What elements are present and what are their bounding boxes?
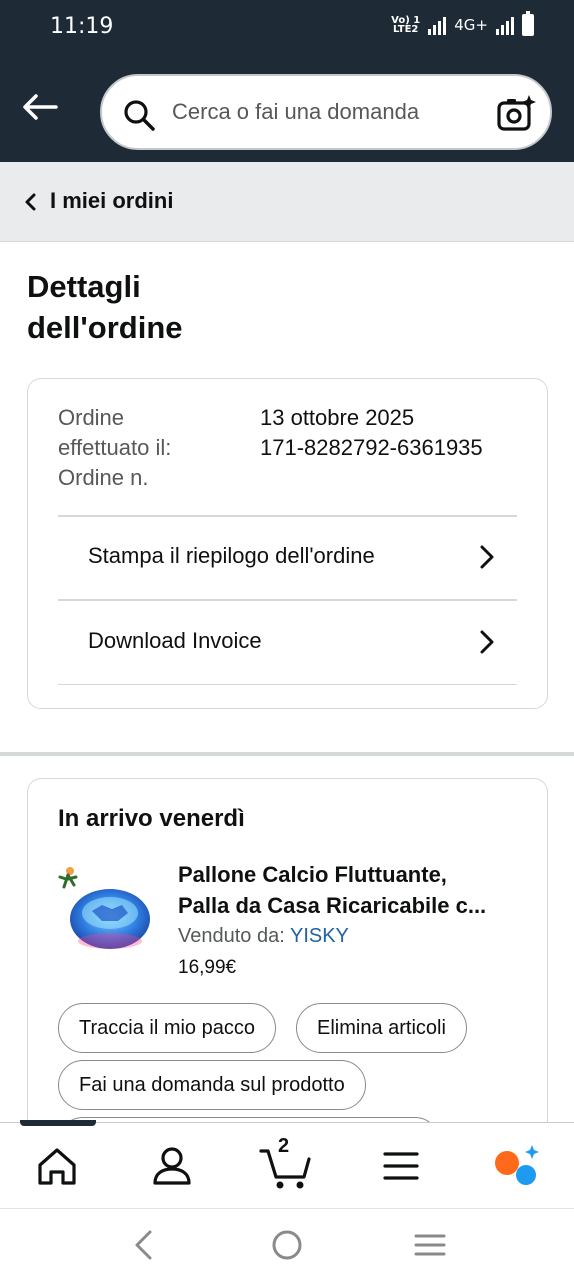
app-header (0, 56, 574, 162)
cart-count: 2 (278, 1135, 290, 1157)
status-icons: Vo) 1 LTE2 4G+ (391, 11, 534, 36)
page-title: Dettagli dell'ordine (27, 266, 327, 348)
product-title[interactable]: Pallone Calcio Fluttuante, Palla da Casa… (178, 859, 518, 921)
order-date-label-line2: effettuato il: (58, 435, 172, 460)
volte-icon: Vo) 1 LTE2 (391, 15, 421, 35)
seller-info: Venduto da: YISKY (178, 925, 349, 948)
ask-product-question-button[interactable]: Fai una domanda sul prodotto (58, 1060, 366, 1110)
search-icon[interactable] (122, 98, 156, 132)
order-date-value: 13 ottobre 2025 (260, 405, 415, 430)
shipment-card: In arrivo venerdì Pallone Calcio Fluttua… (27, 778, 548, 1178)
chevron-right-icon (480, 545, 494, 569)
status-time: 11:19 (50, 14, 114, 39)
camera-search-icon[interactable] (496, 94, 536, 134)
chevron-right-icon (480, 630, 494, 654)
divider (58, 684, 517, 685)
product-image[interactable] (56, 857, 154, 955)
print-summary-label: Stampa il riepilogo dell'ordine (88, 543, 375, 568)
rufus-icon[interactable] (492, 1141, 542, 1191)
product-price: 16,99€ (178, 957, 237, 978)
order-number-value: 171-8282792-6361935 (260, 435, 483, 460)
home-icon[interactable] (32, 1141, 82, 1191)
track-package-button[interactable]: Traccia il mio pacco (58, 1003, 276, 1053)
chevron-left-icon (25, 193, 36, 211)
order-info-values: 13 ottobre 2025 171-8282792-6361935 (260, 403, 483, 463)
order-date-label-line1: Ordine (58, 405, 125, 430)
system-home-icon[interactable] (269, 1227, 305, 1263)
download-invoice-link[interactable]: Download Invoice (58, 601, 517, 685)
back-arrow-icon[interactable] (20, 92, 60, 122)
product-title-line1: Pallone Calcio Fluttuante, (178, 862, 447, 887)
search-bar[interactable] (100, 74, 552, 150)
section-separator (0, 752, 574, 756)
account-icon[interactable] (147, 1141, 197, 1191)
system-back-icon[interactable] (126, 1227, 162, 1263)
page-title-line1: Dettagli (27, 269, 141, 304)
remove-items-button[interactable]: Elimina articoli (296, 1003, 467, 1053)
breadcrumb[interactable]: I miei ordini (0, 162, 574, 242)
signal-icon (428, 15, 447, 35)
network-type: 4G+ (454, 16, 488, 34)
active-tab-indicator (20, 1120, 96, 1126)
product-title-line2: Palla da Casa Ricaricabile c... (178, 893, 487, 918)
battery-icon (522, 11, 534, 36)
search-input[interactable] (172, 94, 472, 130)
breadcrumb-label[interactable]: I miei ordini (50, 188, 173, 214)
download-invoice-label: Download Invoice (88, 628, 262, 653)
menu-icon[interactable] (376, 1141, 426, 1191)
seller-link[interactable]: YISKY (290, 925, 349, 947)
print-summary-link[interactable]: Stampa il riepilogo dell'ordine (58, 516, 517, 600)
order-number-label: Ordine n. (58, 465, 149, 490)
sold-by-label: Venduto da: (178, 925, 285, 947)
cart-button[interactable]: 2 (258, 1135, 314, 1191)
signal-icon-2 (496, 15, 514, 35)
order-info-labels: Ordine effettuato il: Ordine n. (58, 403, 228, 493)
order-info-card: Ordine effettuato il: Ordine n. 13 ottob… (27, 378, 548, 709)
status-bar: 11:19 Vo) 1 LTE2 4G+ (0, 0, 574, 56)
delivery-heading: In arrivo venerdì (58, 805, 245, 832)
bottom-navigation: 2 (0, 1120, 574, 1208)
page-title-line2: dell'ordine (27, 310, 183, 345)
system-navigation (0, 1208, 574, 1280)
system-recents-icon[interactable] (412, 1227, 448, 1263)
